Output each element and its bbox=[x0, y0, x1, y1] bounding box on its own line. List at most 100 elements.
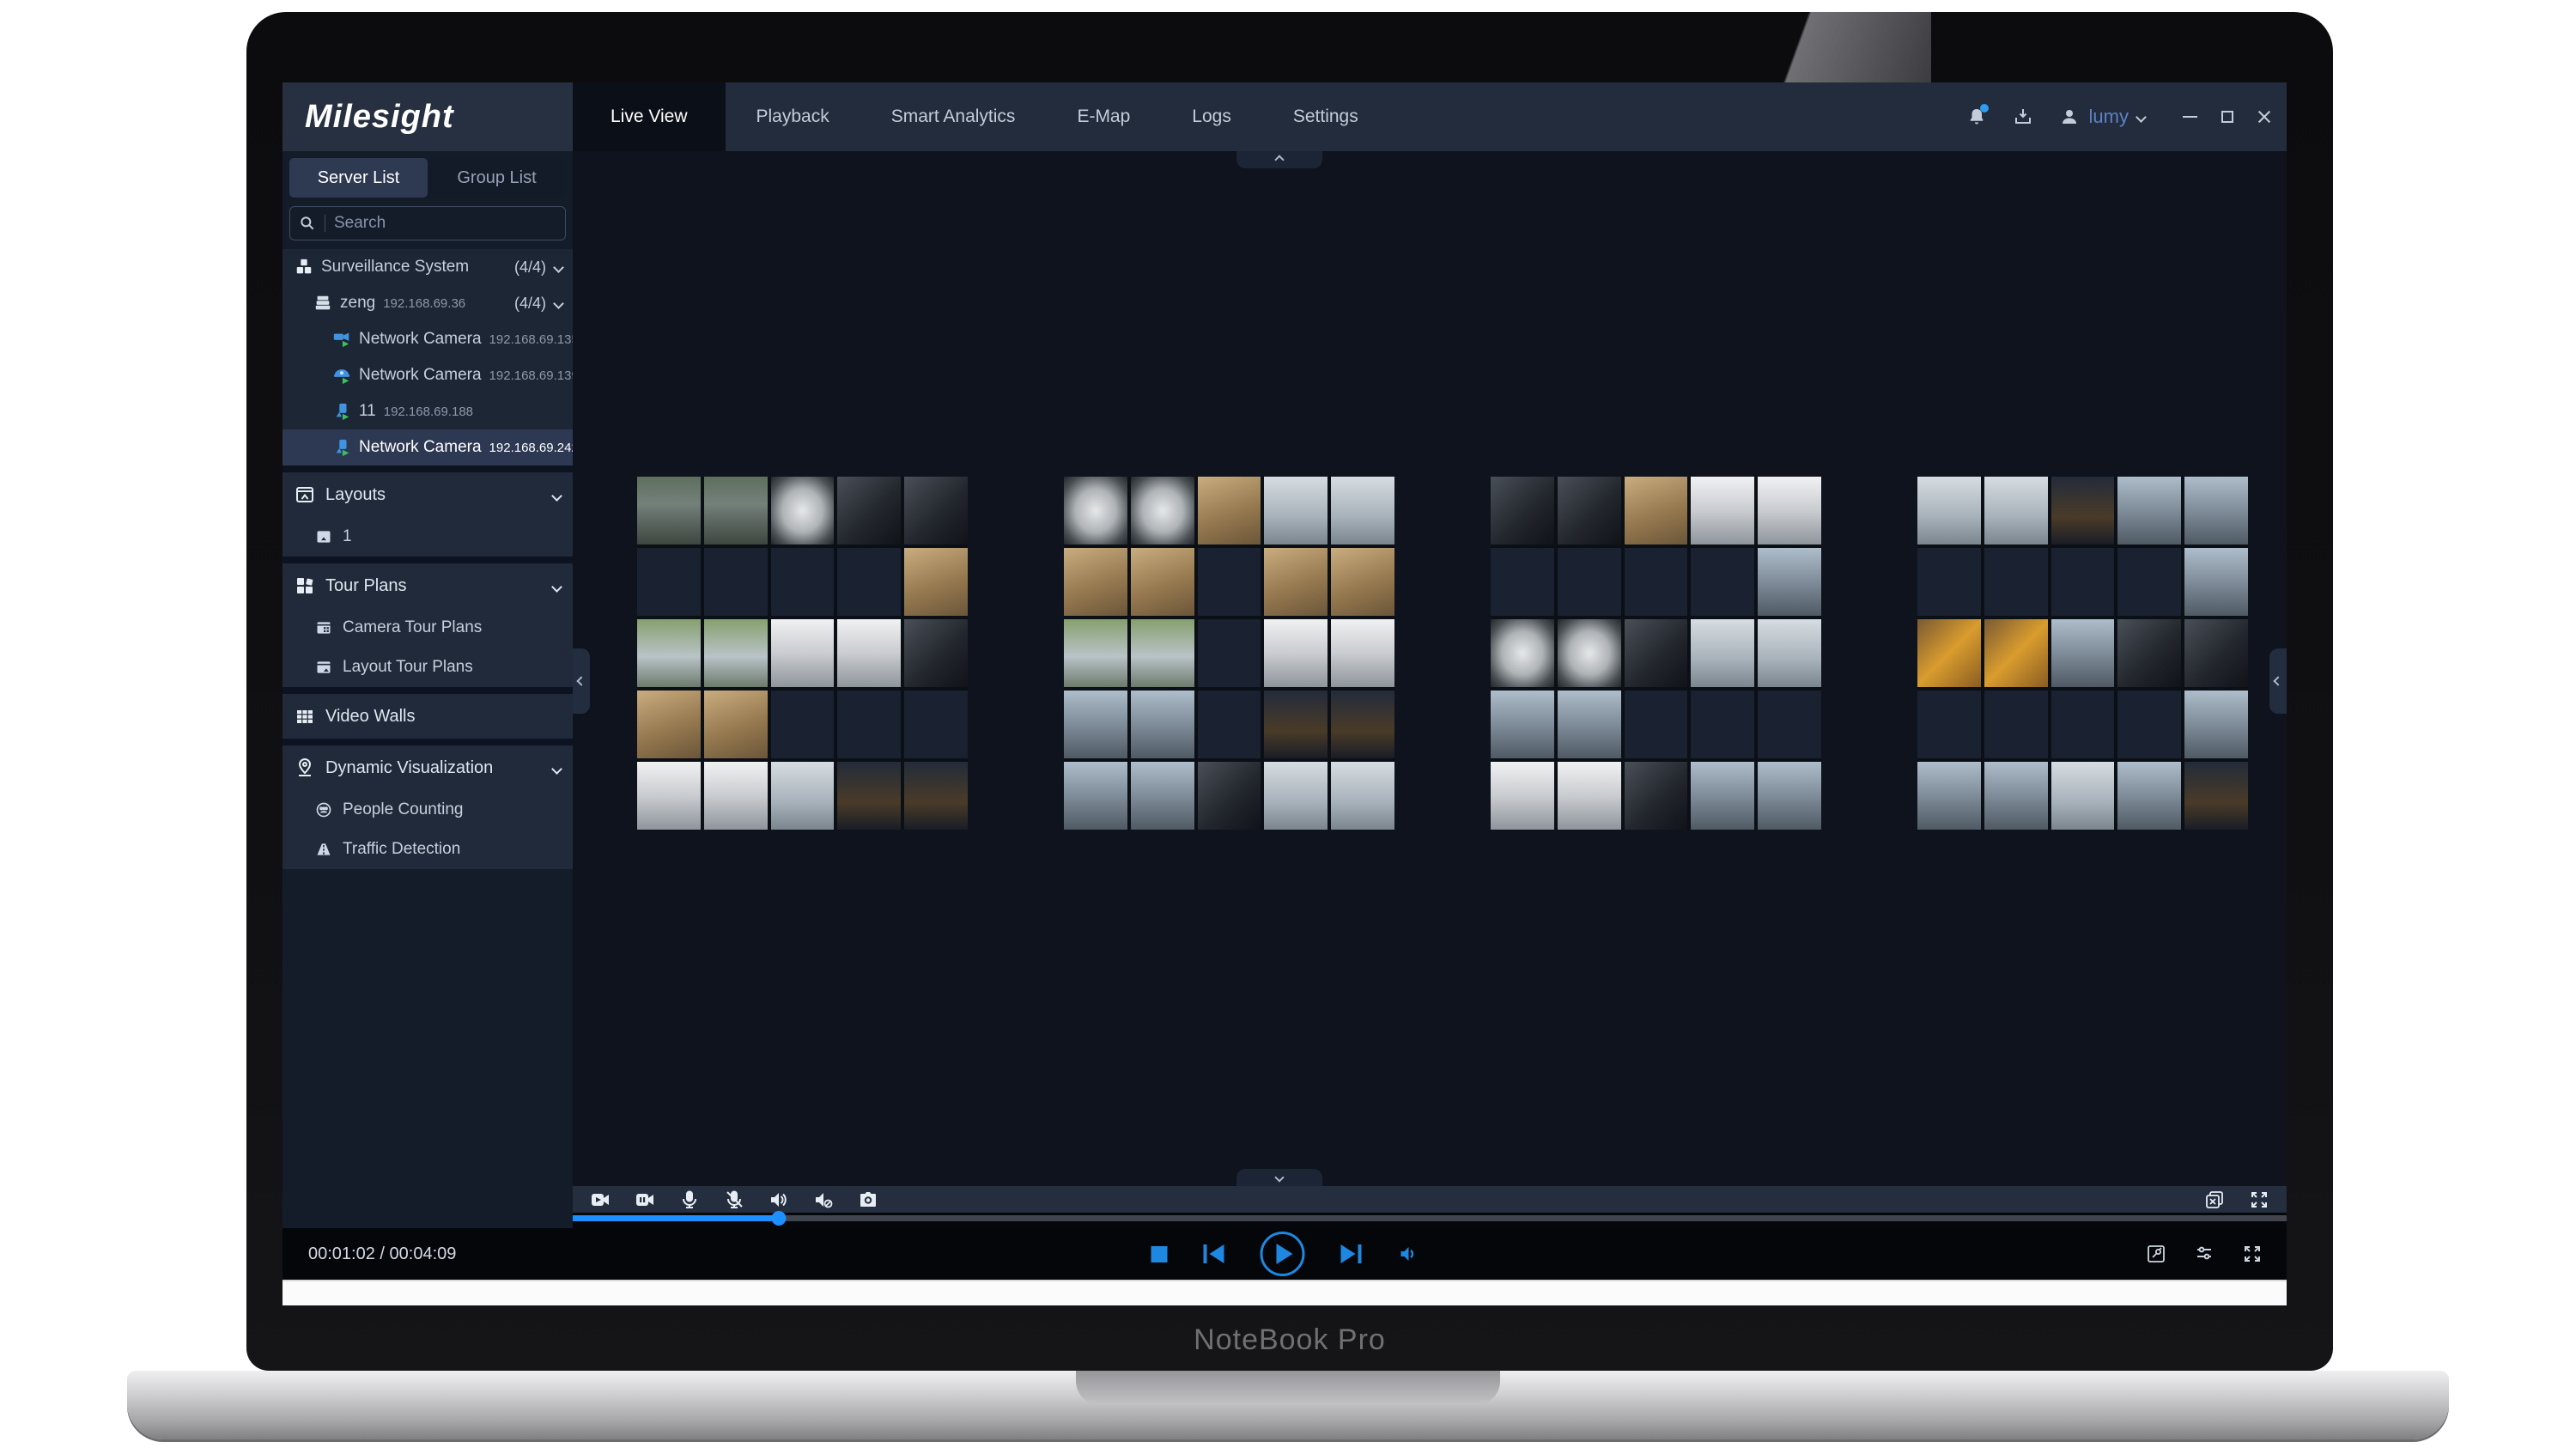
camera-tile[interactable] bbox=[1558, 762, 1621, 830]
camera-tile[interactable] bbox=[1758, 619, 1821, 687]
camera-tile[interactable] bbox=[2184, 477, 2248, 545]
camera-tile[interactable] bbox=[1331, 548, 1394, 616]
camera-tile[interactable] bbox=[2051, 477, 2115, 545]
camera-tile[interactable] bbox=[637, 762, 701, 830]
progress-handle[interactable] bbox=[771, 1211, 786, 1226]
stream-settings-button[interactable] bbox=[2194, 1244, 2215, 1264]
camera-tile[interactable] bbox=[704, 762, 768, 830]
camera-tile[interactable] bbox=[1131, 619, 1194, 687]
tab-live-view[interactable]: Live View bbox=[573, 82, 726, 151]
minimize-button[interactable] bbox=[2183, 116, 2197, 118]
tree-row-server-zeng[interactable]: zeng 192.168.69.36 (4/4) bbox=[283, 285, 573, 321]
camera-tile[interactable] bbox=[1131, 477, 1194, 545]
camera-tile[interactable] bbox=[1064, 762, 1127, 830]
camera-tile[interactable] bbox=[1491, 691, 1554, 758]
camera-tile[interactable] bbox=[1064, 691, 1127, 758]
camera-tile[interactable] bbox=[1264, 548, 1327, 616]
camera-tile[interactable] bbox=[1264, 477, 1327, 545]
talk-icon[interactable] bbox=[679, 1189, 700, 1210]
camera-tile[interactable] bbox=[1264, 762, 1327, 830]
camera-tile[interactable] bbox=[1331, 477, 1394, 545]
camera-tile[interactable] bbox=[904, 548, 968, 616]
record-icon[interactable] bbox=[590, 1189, 611, 1210]
camera-tour-plans-item[interactable]: Camera Tour Plans bbox=[283, 608, 573, 648]
close-button[interactable] bbox=[2257, 110, 2271, 124]
camera-tile[interactable] bbox=[1758, 762, 1821, 830]
camera-tile[interactable] bbox=[837, 477, 901, 545]
camera-tile[interactable] bbox=[1264, 691, 1327, 758]
talk-mute-icon[interactable] bbox=[724, 1189, 744, 1210]
maximize-button[interactable] bbox=[2221, 111, 2233, 123]
audio-icon[interactable] bbox=[769, 1189, 789, 1210]
progress-track[interactable] bbox=[573, 1215, 2287, 1221]
camera-tile[interactable] bbox=[1917, 619, 1981, 687]
camera-tile[interactable] bbox=[1558, 477, 1621, 545]
chevron[interactable] bbox=[553, 576, 561, 596]
camera-tile[interactable] bbox=[2117, 619, 2181, 687]
camera-tile[interactable] bbox=[1491, 477, 1554, 545]
camera-tile[interactable] bbox=[1198, 762, 1261, 830]
camera-tile[interactable] bbox=[1331, 619, 1394, 687]
camera-tile[interactable] bbox=[1198, 477, 1261, 545]
fullscreen-icon[interactable] bbox=[2249, 1189, 2269, 1210]
camera-tile[interactable] bbox=[1984, 477, 2048, 545]
camera-tile[interactable] bbox=[1064, 477, 1127, 545]
camera-tile[interactable] bbox=[904, 619, 968, 687]
camera-tile[interactable] bbox=[1917, 762, 1981, 830]
camera-tile[interactable] bbox=[1491, 762, 1554, 830]
camera-tile[interactable] bbox=[1625, 477, 1688, 545]
camera-tile[interactable] bbox=[1264, 619, 1327, 687]
camera-tile[interactable] bbox=[837, 762, 901, 830]
video-walls-header[interactable]: Video Walls bbox=[283, 694, 573, 739]
volume-button[interactable] bbox=[1398, 1244, 1419, 1264]
camera-tile[interactable] bbox=[1691, 619, 1754, 687]
user-menu[interactable]: lumy bbox=[2058, 106, 2145, 128]
camera-tile[interactable] bbox=[2184, 691, 2248, 758]
camera-tile[interactable] bbox=[1131, 762, 1194, 830]
next-button[interactable] bbox=[1341, 1244, 1362, 1263]
camera-tile[interactable] bbox=[1558, 619, 1621, 687]
camera-tile[interactable] bbox=[2184, 762, 2248, 830]
stop-button[interactable] bbox=[1151, 1246, 1168, 1262]
camera-tile[interactable] bbox=[1064, 619, 1127, 687]
camera-tile[interactable] bbox=[1558, 691, 1621, 758]
collapse-left-handle[interactable] bbox=[573, 648, 590, 714]
tab-logs[interactable]: Logs bbox=[1161, 82, 1262, 151]
camera-tile[interactable] bbox=[771, 477, 835, 545]
collapse-right-handle[interactable] bbox=[2269, 648, 2287, 714]
tab-playback[interactable]: Playback bbox=[726, 82, 860, 151]
tree-row-surveillance-system[interactable]: Surveillance System (4/4) bbox=[283, 249, 573, 285]
tree-row-camera-135[interactable]: Network Camera 192.168.69.135 bbox=[283, 321, 573, 357]
close-all-icon[interactable] bbox=[2204, 1189, 2225, 1210]
camera-tile[interactable] bbox=[1758, 548, 1821, 616]
chevron[interactable] bbox=[553, 758, 561, 778]
tab-server-list[interactable]: Server List bbox=[289, 158, 428, 198]
tab-smart-analytics[interactable]: Smart Analytics bbox=[860, 82, 1047, 151]
camera-tile[interactable] bbox=[2184, 619, 2248, 687]
camera-tile[interactable] bbox=[637, 619, 701, 687]
camera-tile[interactable] bbox=[1331, 691, 1394, 758]
camera-tile[interactable] bbox=[2117, 477, 2181, 545]
tree-row-camera-242[interactable]: Network Camera 192.168.69.242 bbox=[283, 429, 573, 465]
layout-item-1[interactable]: 1 bbox=[283, 517, 573, 557]
search-input[interactable] bbox=[334, 214, 556, 233]
camera-tile[interactable] bbox=[2184, 548, 2248, 616]
record-pause-icon[interactable] bbox=[635, 1189, 655, 1210]
camera-tile[interactable] bbox=[2117, 762, 2181, 830]
snapshot-icon[interactable] bbox=[858, 1189, 878, 1210]
play-button[interactable] bbox=[1261, 1232, 1305, 1276]
download-icon[interactable] bbox=[2012, 106, 2034, 128]
camera-tile[interactable] bbox=[904, 477, 968, 545]
traffic-detection-item[interactable]: Traffic Detection bbox=[283, 830, 573, 869]
camera-tile[interactable] bbox=[637, 691, 701, 758]
audio-mute-icon[interactable] bbox=[813, 1189, 834, 1210]
camera-tile[interactable] bbox=[771, 619, 835, 687]
tab-e-map[interactable]: E-Map bbox=[1046, 82, 1161, 151]
camera-tile[interactable] bbox=[1625, 762, 1688, 830]
collapse-up-handle[interactable] bbox=[1236, 151, 1322, 168]
camera-tile[interactable] bbox=[1984, 762, 2048, 830]
camera-tile[interactable] bbox=[1758, 477, 1821, 545]
camera-tile[interactable] bbox=[704, 619, 768, 687]
camera-tile[interactable] bbox=[1131, 548, 1194, 616]
dynamic-visualization-header[interactable]: Dynamic Visualization bbox=[283, 745, 573, 790]
